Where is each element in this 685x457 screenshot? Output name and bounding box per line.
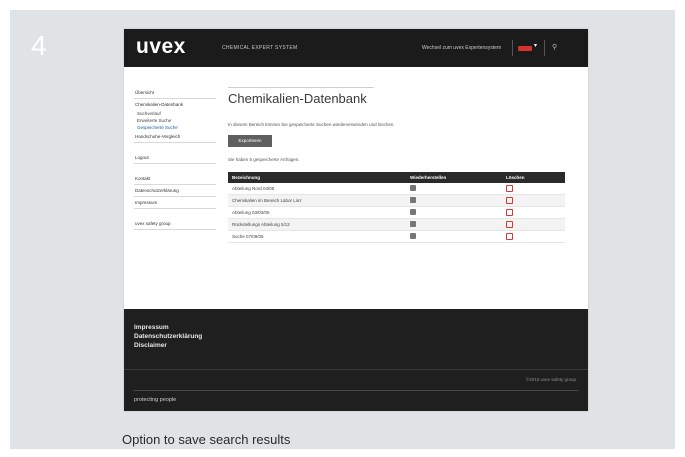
footer-link-disclaimer[interactable]: Disclaimer [134,341,202,350]
column-header-delete: Löschen [502,172,565,183]
chevron-down-icon[interactable]: ▾ [534,42,537,49]
page-title: Chemikalien-Datenbank [228,91,367,106]
search-name: Abteilung Nord 04/05 [228,183,406,195]
divider [512,40,513,56]
divider [228,87,374,88]
expert-system-link[interactable]: Wechsel zum uvex Expertensystem [422,45,501,51]
tagline: protecting people [134,397,177,403]
delete-icon[interactable] [506,220,513,228]
table-row: Rückstellungs Abteilung 5/12 [228,218,565,231]
delete-cell [502,230,565,243]
intro-text: In diesem Bereich können Sie gespeichert… [228,122,395,127]
table-row: Chemikalien im Bereich Labor Linz [228,194,565,207]
delete-cell [502,206,565,219]
restore-cell [406,194,502,207]
restore-cell [406,218,502,231]
sidebar-item[interactable]: Gespeicherte Suche [134,124,216,131]
table-row: Suche 07/09/05 [228,230,565,243]
tutorial-slide: 4 uvex CHEMICAL EXPERT SYSTEM Wechsel zu… [10,10,675,449]
step-number: 4 [31,30,47,61]
sidebar-item[interactable]: Logout [134,152,216,164]
delete-icon[interactable] [506,184,513,192]
slide-caption: Option to save search results [122,432,291,447]
website-screenshot: uvex CHEMICAL EXPERT SYSTEM Wechsel zum … [124,29,588,411]
restore-icon[interactable] [410,209,416,215]
restore-cell [406,183,502,195]
sidebar-item[interactable]: Erweiterte Suche [134,117,216,124]
sidebar-item[interactable]: Suchverlauf [134,110,216,117]
search-name: Abteilung 03/03/05 [228,206,406,219]
delete-cell [502,194,565,207]
search-name: Rückstellungs Abteilung 5/12 [228,218,406,231]
footer-link-imprint[interactable]: Impressum [134,323,202,332]
user-icon[interactable]: ⚲ [552,43,557,51]
restore-icon[interactable] [410,197,416,203]
sidebar-item[interactable]: Kontakt [134,173,216,185]
footer-link-privacy[interactable]: Datenschutzerklärung [134,332,202,341]
restore-icon[interactable] [410,233,416,239]
column-header-name: Bezeichnung [228,172,406,183]
table-header-row: Bezeichnung Wiederherstellen Löschen [228,172,565,183]
divider [544,40,545,56]
divider [124,369,588,370]
flag-icon[interactable] [518,46,532,51]
sidebar-item[interactable]: Chemikalien-Datenbank [134,99,216,110]
search-name: Suche 07/09/05 [228,230,406,243]
restore-icon[interactable] [410,221,416,227]
restore-icon[interactable] [410,185,416,191]
top-bar: uvex CHEMICAL EXPERT SYSTEM Wechsel zum … [124,29,588,67]
sidebar-item[interactable]: uvex safety group [134,218,216,230]
footer-links: Impressum Datenschutzerklärung Disclaime… [134,323,202,350]
restore-cell [406,206,502,219]
delete-icon[interactable] [506,232,513,240]
delete-cell [502,218,565,231]
column-header-restore: Wiederherstellen [406,172,502,183]
restore-cell [406,230,502,243]
delete-cell [502,183,565,195]
saved-searches-table: Bezeichnung Wiederherstellen Löschen Abt… [228,172,565,243]
footer: Impressum Datenschutzerklärung Disclaime… [124,309,588,411]
table-row: Abteilung 03/03/05 [228,206,565,219]
sidebar-item[interactable]: Übersicht [134,87,216,99]
delete-icon[interactable] [506,196,513,204]
result-count: Sie haben 5 gespeicherte Anfragen. [228,157,300,162]
sidebar-nav: Übersicht Chemikalien-Datenbank Suchverlau… [134,87,216,230]
export-button[interactable]: Exportieren [228,135,272,147]
sidebar-item[interactable]: Datenschutzerklärung [134,185,216,197]
sidebar-item[interactable]: Impressum [134,197,216,209]
search-name: Chemikalien im Bereich Labor Linz [228,194,406,207]
divider [134,390,578,391]
uvex-logo[interactable]: uvex [136,35,186,59]
site-name: CHEMICAL EXPERT SYSTEM [222,45,298,51]
sidebar-item[interactable]: Handschuhe-Vergleich [134,131,216,143]
table-row: Abteilung Nord 04/05 [228,183,565,195]
delete-icon[interactable] [506,208,513,216]
copyright: ©2015 uvex safety group [525,377,576,382]
